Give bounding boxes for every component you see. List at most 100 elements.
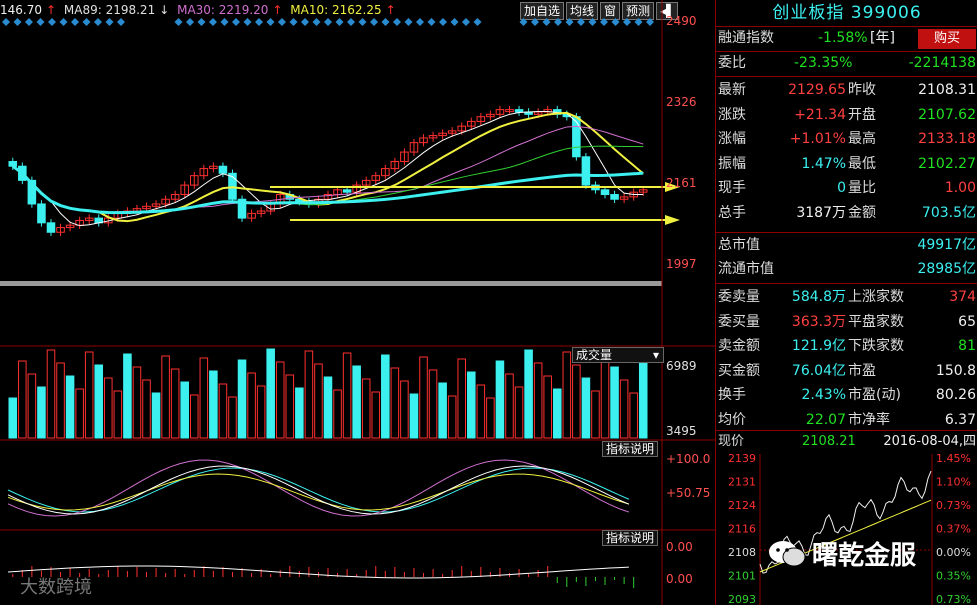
axis-tick: 2326 (666, 95, 697, 109)
chevron-down-icon: ▾ (652, 348, 659, 362)
quote-value: 150.8 (935, 362, 976, 379)
security-title: 创业板指 399006 (772, 3, 922, 23)
chart-scrollbar[interactable] (0, 281, 662, 286)
quote-label: 均价 (718, 411, 746, 428)
quote-row: 最新 2129.65 昨收 2108.31 (718, 78, 976, 102)
volume-bar (514, 386, 524, 439)
volume-bar (552, 388, 562, 439)
volume-bar (629, 392, 638, 439)
quote-value: 121.9亿 (791, 338, 846, 354)
candle-body (218, 165, 228, 174)
volume-bar (228, 396, 237, 439)
quote-label: 市净率 (848, 411, 890, 428)
marker-diamond (197, 18, 206, 26)
quote-row: 委买量 363.3万 平盘家数 65 (718, 310, 976, 334)
volume-bar (46, 349, 56, 439)
quote-value: 6.37 (944, 411, 976, 428)
margin-index-row: 融通指数 -1.58% [年] 购买 (718, 26, 976, 50)
volume-bar (476, 384, 486, 439)
quote-value: 2129.65 (788, 82, 846, 98)
mini-tick: 2093 (728, 593, 756, 605)
float-mv-row: 流通市值 28985亿 (718, 257, 976, 281)
quote-label: 最新 (718, 82, 746, 98)
ma-line (11, 165, 644, 215)
marker-diamond (2, 18, 10, 26)
quote-value: +21.34 (794, 106, 846, 123)
candle-body (8, 161, 18, 167)
volume-bar (199, 357, 209, 439)
indicator2-explain-button[interactable]: 指标说明 (602, 530, 659, 546)
kline-chart-area[interactable] (0, 0, 715, 605)
quote-label: 市盈 (848, 362, 876, 379)
quote-value: 2.43% (801, 387, 846, 403)
volume-bar (275, 361, 285, 439)
marker-diamond (117, 18, 125, 26)
mini-header: 现价 2108.21 2016-08-04,四 (718, 430, 976, 454)
volume-bar (533, 362, 543, 439)
quote-row: 委卖量 584.8万 上涨家数 374 (718, 285, 976, 309)
total-mv-row: 总市值 49917亿 (718, 233, 976, 257)
quote-value: 1.00 (944, 180, 976, 196)
quote-label: 最低 (848, 155, 876, 172)
margin-unit: [年] (870, 30, 895, 46)
quote-value: 1.47% (801, 155, 846, 172)
volume-dropdown-label: 成交量 (576, 348, 613, 362)
quote-value: 81 (958, 338, 976, 354)
quote-row: 涨幅 +1.01% 最高 2133.18 (718, 127, 976, 151)
candlestick-series (8, 105, 648, 237)
axis-tick: 2161 (666, 176, 697, 190)
marker-diamond (71, 18, 79, 26)
indicator-line (7, 465, 630, 515)
volume-bar (94, 364, 104, 439)
volume-bar (84, 351, 94, 439)
volume-bar (505, 373, 514, 439)
quote-row: 总手 3187万 金额 703.5亿 (718, 201, 976, 225)
candle-body (342, 189, 352, 193)
volume-bar (266, 348, 275, 439)
marker-diamond (105, 18, 114, 26)
quote-panel: 创业板指 399006 融通指数 -1.58% [年] 购买 委比 -23.35… (715, 0, 977, 605)
candle-body (46, 222, 56, 233)
volume-dropdown[interactable]: 成交量 ▾ (572, 347, 664, 363)
candle-body (610, 194, 619, 200)
mini-tick: 0.73% (936, 593, 971, 605)
weibi-label: 委比 (718, 55, 746, 71)
axis-tick: +100.0 (666, 452, 711, 466)
margin-value: -1.58% (818, 30, 868, 46)
volume-bar (495, 360, 505, 439)
volume-bar (543, 375, 552, 439)
volume-bar (342, 352, 352, 439)
volume-bar (524, 349, 533, 439)
marker-diamond (531, 18, 539, 26)
mini-price: 2108.21 (802, 434, 856, 449)
volume-bar (314, 363, 323, 439)
event-markers (2, 18, 654, 26)
volume-bar (361, 378, 371, 439)
indicator1-explain-button[interactable]: 指标说明 (602, 441, 659, 457)
volume-bars (8, 348, 648, 439)
intraday-chart[interactable]: 2139 1.45% 2131 1.10% 2124 0.73% 2116 0.37% 2108… (716, 454, 977, 605)
volume-bar (218, 383, 228, 439)
weibi-diff: -2214138 (908, 55, 976, 71)
marker-diamond (232, 18, 240, 26)
marker-diamond (209, 18, 217, 26)
quote-row: 换手 2.43% 市盈(动) 80.26 (718, 383, 976, 407)
buy-button[interactable]: 购买 (918, 29, 976, 49)
quote-value: 374 (949, 289, 976, 305)
volume-bar (285, 374, 295, 439)
volume-bar (467, 371, 476, 439)
volume-bar (371, 391, 381, 439)
quote-value: 703.5亿 (921, 204, 976, 221)
volume-bar (381, 354, 390, 439)
marker-diamond (243, 18, 252, 26)
marker-diamond (623, 18, 631, 26)
quote-value: 2133.18 (918, 131, 976, 147)
watermark-text: 大数跨境 (20, 577, 92, 598)
mini-label: 现价 (718, 434, 745, 449)
quote-label: 上涨家数 (848, 289, 904, 305)
volume-bar (237, 359, 247, 439)
marker-diamond (174, 18, 183, 26)
axis-tick: 0.00 (666, 572, 693, 586)
marker-diamond (220, 18, 229, 26)
volume-bar (572, 364, 581, 439)
